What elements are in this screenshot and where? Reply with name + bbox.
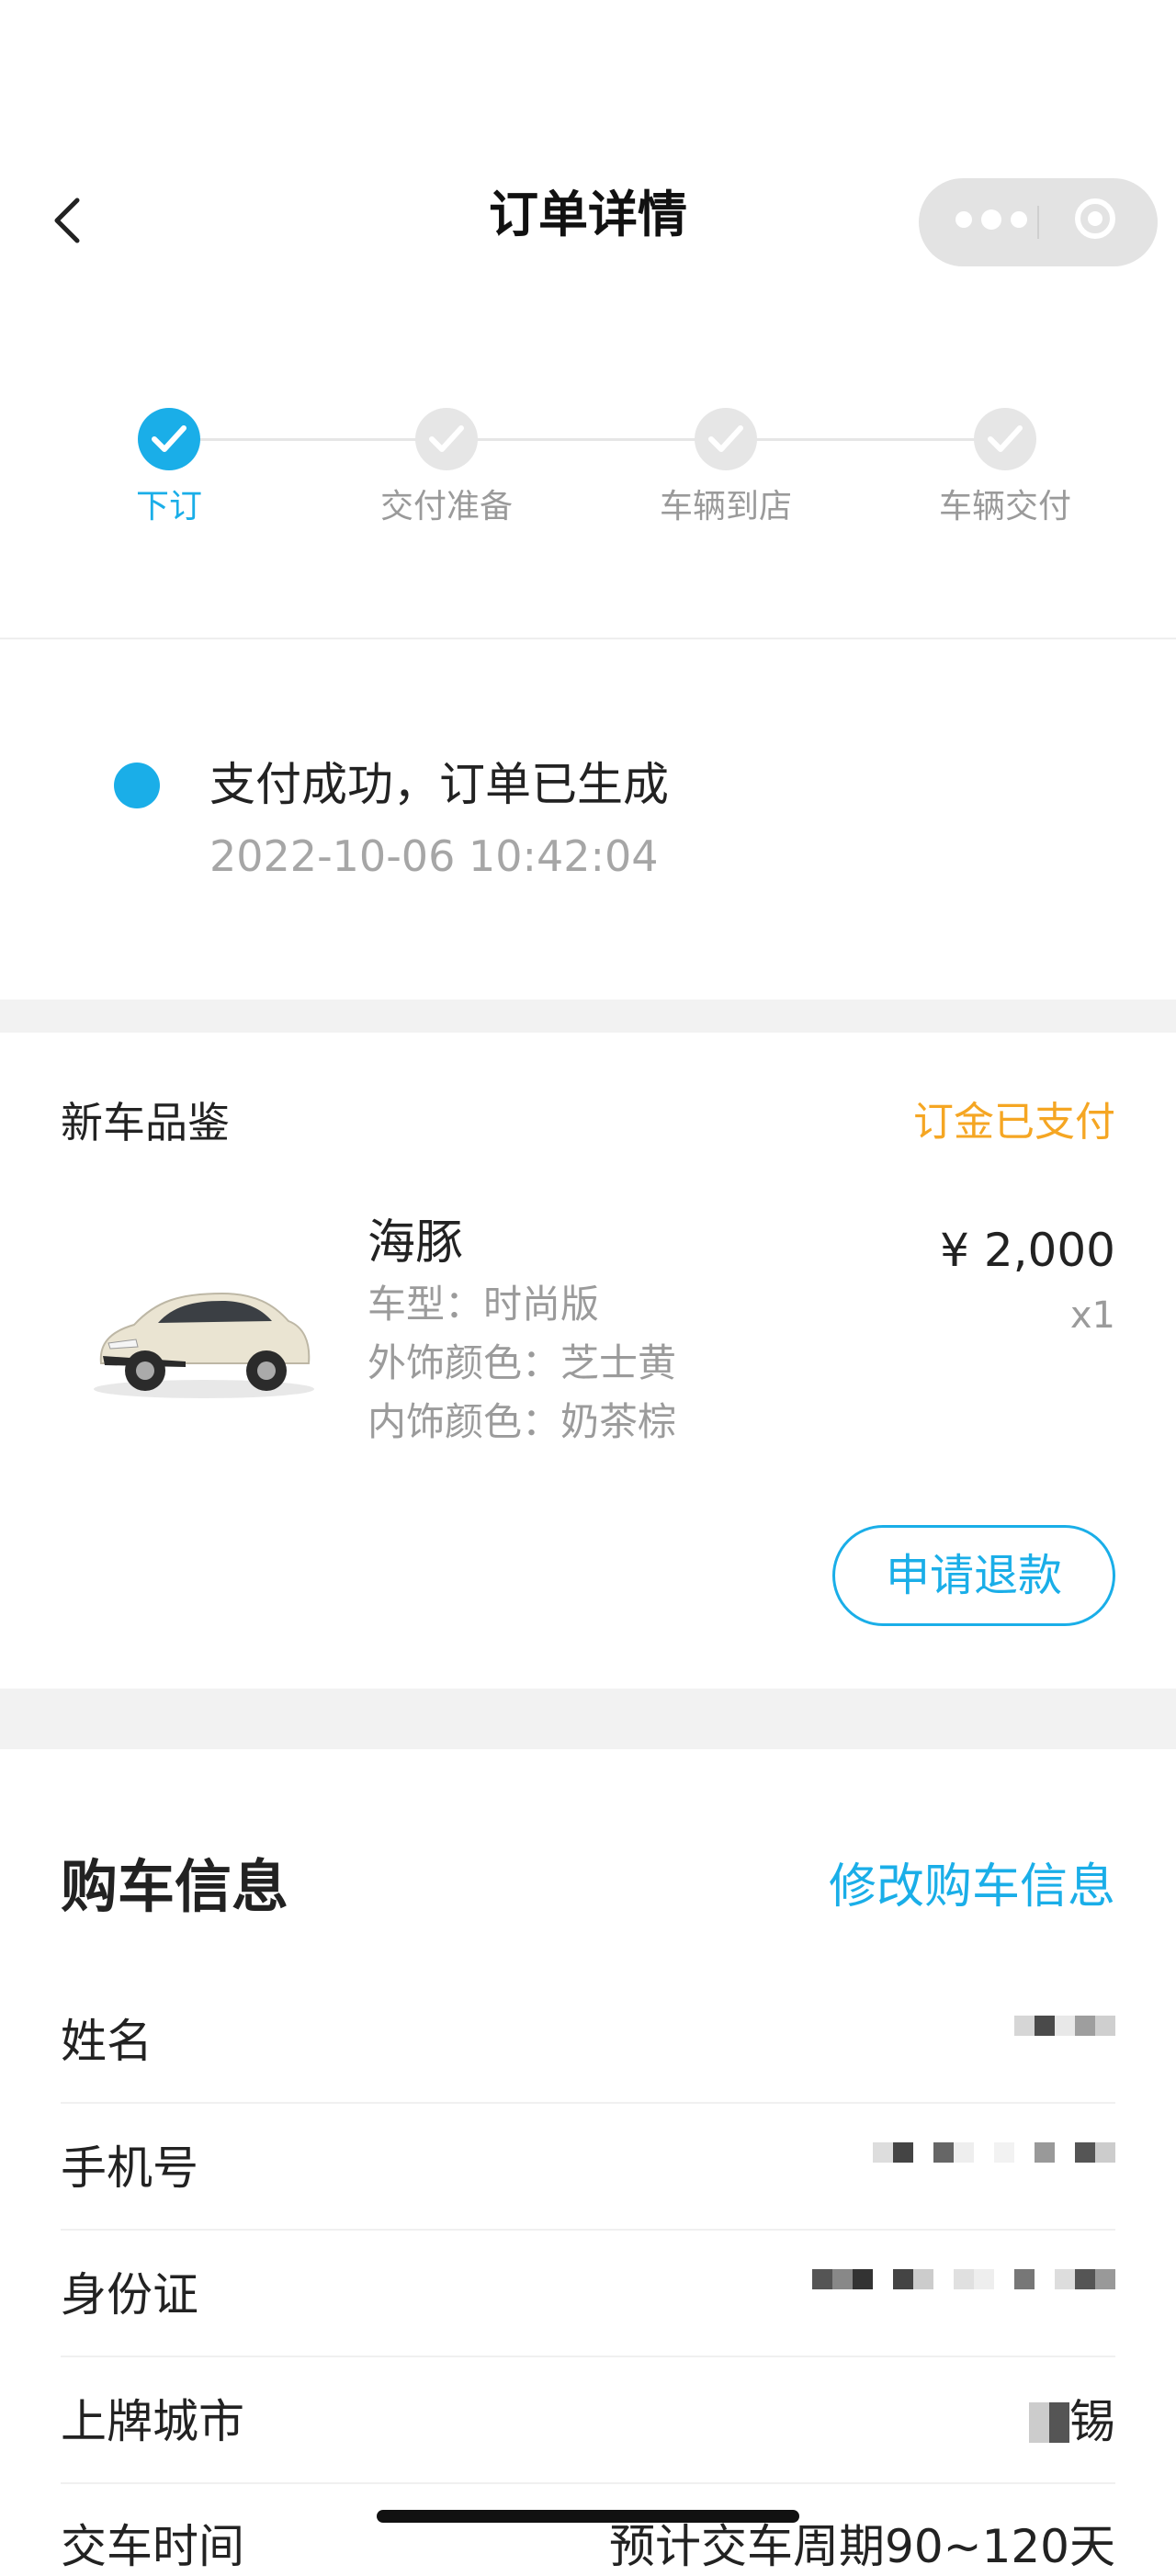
info-row-phone: 手机号 (61, 2102, 1115, 2231)
divider (0, 638, 1176, 639)
city-suffix: 锡 (1069, 2395, 1115, 2448)
target-icon[interactable] (1075, 198, 1115, 239)
row-label: 身份证 (61, 2268, 198, 2322)
step-label: 车辆交付 (938, 488, 1071, 525)
edit-purchase-info-link[interactable]: 修改购车信息 (829, 1854, 1115, 1920)
product-section-title: 新车品鉴 (61, 1098, 230, 1147)
status-time: 2022-10-06 10:42:04 (209, 831, 659, 881)
step-delivery-prep: 交付准备 (345, 408, 548, 529)
step-label: 车辆到店 (659, 488, 792, 525)
row-value: 锡 (1029, 2392, 1115, 2451)
purchase-info-title: 购车信息 (61, 1853, 289, 1920)
step-label: 下订 (135, 488, 202, 525)
home-indicator (377, 2510, 799, 2523)
step-delivered: 车辆交付 (904, 408, 1106, 529)
check-icon (138, 408, 200, 470)
redacted-value (1029, 2402, 1069, 2443)
refund-button[interactable]: 申请退款 (832, 1525, 1115, 1626)
redacted-value (1014, 2016, 1115, 2036)
step-ordered: 下订 (68, 408, 270, 529)
step-arrived: 车辆到店 (625, 408, 827, 529)
more-icon[interactable] (956, 209, 1027, 230)
status-dot-icon (114, 763, 160, 808)
row-label: 手机号 (61, 2141, 198, 2195)
car-spec-model: 车型：时尚版 (368, 1282, 600, 1327)
car-spec-exterior: 外饰颜色：芝士黄 (368, 1340, 677, 1385)
row-label: 上牌城市 (61, 2395, 244, 2448)
miniprogram-capsule (919, 178, 1158, 266)
steps-line (169, 438, 1007, 441)
section-gap (0, 1689, 1176, 1749)
section-gap (0, 1000, 1176, 1033)
row-value: 预计交车周期90~120天 (609, 2520, 1115, 2573)
quantity: x1 (1069, 1294, 1115, 1337)
check-icon (415, 408, 478, 470)
step-label: 交付准备 (379, 488, 513, 525)
payment-status: 订金已支付 (913, 1099, 1115, 1146)
capsule-divider (1037, 206, 1039, 239)
status-text: 支付成功，订单已生成 (209, 758, 669, 811)
redacted-value (812, 2269, 1115, 2289)
car-image (85, 1268, 323, 1406)
price: ¥ 2,000 (940, 1224, 1115, 1277)
info-row-city: 上牌城市 锡 (61, 2356, 1115, 2484)
info-row-idcard: 身份证 (61, 2229, 1115, 2357)
redacted-value (873, 2142, 1115, 2163)
check-icon (695, 408, 757, 470)
car-name: 海豚 (368, 1215, 464, 1271)
row-label: 姓名 (61, 2015, 153, 2068)
row-label: 交车时间 (61, 2520, 244, 2573)
check-icon (974, 408, 1036, 470)
car-spec-interior: 内饰颜色：奶茶棕 (368, 1399, 677, 1444)
info-row-name: 姓名 (61, 1975, 1115, 2104)
